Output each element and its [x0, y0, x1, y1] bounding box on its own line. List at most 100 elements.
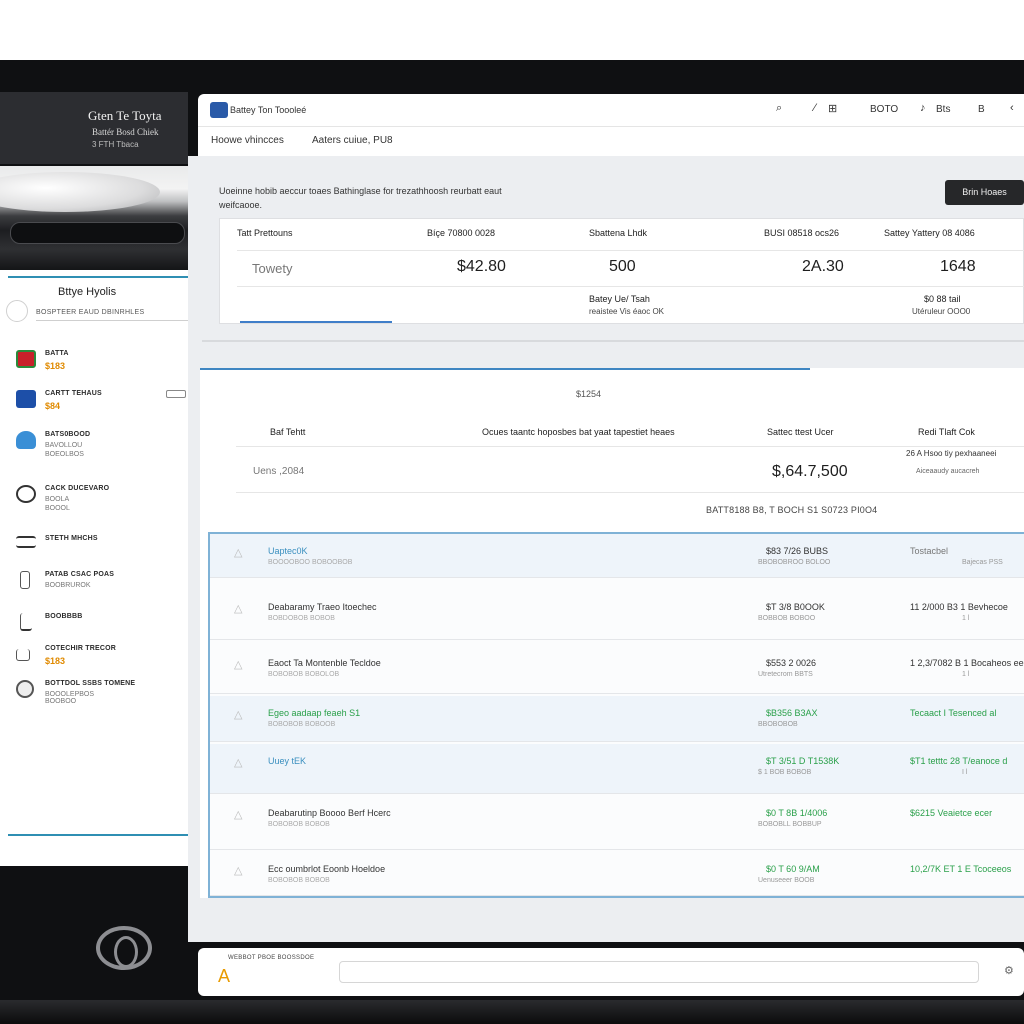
collapse-icon[interactable]	[166, 390, 186, 398]
list-item-title: Uaptec0K	[268, 546, 308, 556]
bell-icon: △	[234, 603, 243, 615]
sidebar-subheading: BOSPTEER EAUD DBINRHLES	[36, 309, 145, 316]
battery-pack-icon	[16, 390, 36, 408]
sidebar-item-bottdol[interactable]: BOTTDOL SSBS TOMENE BOOOLEPBOS BOOBOO	[16, 678, 188, 712]
results-header: Ocues taantc hoposbes bat yaat tapestiet…	[482, 427, 675, 437]
bell-icon: △	[234, 809, 243, 821]
list-item[interactable]: △ Deabarutinp Boooo Berf Hcerc BOBOBOB BOB…	[210, 796, 1024, 850]
list-item-subtitle: BOOOOBOO BOBOOBOB	[268, 559, 353, 566]
message-input[interactable]	[339, 961, 979, 983]
list-item-title: Egeo aadaap feaeh S1	[268, 708, 361, 718]
summary-value: 500	[609, 258, 636, 275]
list-item-price-note: $ 1 BOB BOBOB	[758, 769, 812, 776]
summary-value: 1648	[940, 258, 976, 275]
list-item[interactable]: △ Ecc oumbrlot Eoonb Hoeldoe BOBOBOB BOBOB…	[210, 852, 1024, 896]
sidebar-item-value: $183	[45, 361, 66, 371]
sidebar-item-cart[interactable]: CARTT TEHAUS $84	[16, 388, 188, 422]
sidebar-item-batsbood[interactable]: BATS0BOOD BAVOLLOU BOEOLBOS	[16, 429, 188, 463]
list-item[interactable]: △ Uaptec0K BOOOOBOO BOBOOBOB $83 7/26 BUBS B…	[210, 534, 1024, 578]
grid-icon[interactable]: ⊞	[828, 102, 837, 115]
list-item-status: $T1 tetttc 28 T/eanoce d	[910, 756, 1008, 766]
list-item-status-note: 1 l	[962, 671, 970, 678]
list-item-divider	[210, 849, 1024, 850]
list-item-subtitle: BOBOBOB BOBOB	[268, 821, 330, 828]
results-header: Baf Tehtt	[270, 427, 306, 437]
list-item-status-note: I l	[962, 769, 968, 776]
list-item-price: $T 3/51 D T1538K	[766, 756, 840, 766]
chart-icon	[20, 613, 32, 631]
list-item-divider	[210, 895, 1024, 896]
list-item-price: $0 T 60 9/AM	[766, 864, 820, 874]
back-icon[interactable]: ‹	[1010, 102, 1014, 114]
page-description: Uoeinne hobib aeccur toaes Bathinglase f…	[219, 186, 502, 210]
topbar-item[interactable]: B	[978, 104, 985, 115]
bell-icon: △	[234, 865, 243, 877]
nav-item-aaters[interactable]: Aaters cuiue, PU8	[312, 135, 393, 146]
sidebar-heading: Bttye Hyolis	[58, 286, 117, 298]
sidebar-item-stetch[interactable]: STETH MHCHS	[16, 532, 188, 566]
list-item-title: Ecc oumbrlot Eoonb Hoeldoe	[268, 864, 386, 874]
sidebar-item-value: BOOBOO	[45, 698, 77, 705]
sidebar-item-label: BATTA	[45, 350, 69, 357]
list-item-price: $B356 B3AX	[766, 708, 818, 718]
sidebar-item-label: CACK DUCEVARO	[45, 485, 110, 492]
results-divider	[236, 492, 1024, 493]
brand-logo-icon: A	[218, 966, 231, 986]
topbar-item[interactable]: Bts	[936, 104, 950, 115]
bell-icon: △	[234, 757, 243, 769]
edit-icon[interactable]: ⁄	[814, 102, 816, 114]
sidebar-item-label: BATS0BOOD	[45, 431, 91, 438]
list-item-status-note: 1 l	[962, 615, 970, 622]
list-item-status: 10,2/7K ET 1 E Tcoceeos	[910, 864, 1012, 874]
summary-header: Bíçe 70800 0028	[427, 228, 496, 238]
settings-icon[interactable]: ⚙	[1004, 964, 1014, 977]
sidebar-item-boob[interactable]: BOOBBBB	[16, 611, 188, 645]
results-row-label: Uens ,2084	[253, 466, 305, 477]
sidebar-item-battery[interactable]: BATTA $183	[16, 348, 188, 382]
list-item-status: 11 2/000 B3 1 Bevhecoe	[910, 602, 1008, 612]
list-item-price-note: Utretecrom BBTS	[758, 671, 813, 678]
list-item-price: $T 3/8 B0OOK	[766, 602, 825, 612]
droplet-icon	[16, 431, 36, 449]
topbar-item[interactable]: BOTO	[870, 104, 898, 115]
sidebar-item-label: COTECHIR TRECOR	[45, 645, 117, 652]
sidebar-item-value: BOOLA	[45, 496, 70, 503]
sidebar-item-label: BOTTDOL SSBS TOMENE	[45, 680, 136, 687]
gauge-icon	[16, 485, 36, 503]
nav-item-vehicles[interactable]: Hoowe vhincces	[211, 135, 284, 146]
list-item-status: $6215 Veaietce ecer	[910, 808, 993, 818]
results-count: $1254	[576, 389, 602, 399]
sidebar-item-value: BOEOLBOS	[45, 451, 84, 458]
results-note: 26 A Hsoo tiy pexhaaneei	[906, 449, 997, 458]
results-divider	[236, 446, 1024, 447]
list-item-price-note: BBOBOBOB	[758, 721, 798, 728]
list-item[interactable]: △ Egeo aadaap feaeh S1 BOBOBOB BOBOOB $B356…	[210, 696, 1024, 742]
list-item[interactable]: △ Eaoct Ta Montenble Tecldoe BOBOBOB BOBOL…	[210, 646, 1024, 694]
list-item-price-note: BOBBOB BOBOO	[758, 615, 816, 622]
list-item[interactable]: △ Deabaramy Traeo Itoechec BOBDOBOB BOBOB $…	[210, 590, 1024, 640]
search-icon[interactable]: ⌕	[776, 102, 782, 115]
bell-icon[interactable]: ♪	[920, 102, 926, 114]
brand-subtitle: Battér Bosd Chiek	[92, 127, 159, 137]
sidebar-item-patab[interactable]: PATAB CSAC POAS BOOBRUROK	[16, 569, 188, 603]
summary-footnote: Utéruleur OOO0	[912, 307, 971, 316]
list-item[interactable]: △ Uuey tEK $T 3/51 D T1538K $ 1 BOB BOBOB $T…	[210, 744, 1024, 794]
sidebar-item-cotechir[interactable]: COTECHIR TRECOR $183	[16, 643, 188, 677]
list-item-price: $0 T 8B 1/4006	[766, 808, 828, 818]
sidebar-item-check[interactable]: CACK DUCEVARO BOOLA BOOOL	[16, 483, 188, 517]
page-top-margin	[0, 0, 1024, 60]
monitor-stand	[0, 1000, 1024, 1024]
sidebar-item-label: CARTT TEHAUS	[45, 390, 102, 397]
header-action-button[interactable]: Brin Hoaes	[945, 180, 1024, 205]
list-item-title: Deabaramy Traeo Itoechec	[268, 602, 377, 612]
list-item-status: Tostacbel	[910, 546, 949, 556]
list-item-subtitle: BOBDOBOB BOBOB	[268, 615, 335, 622]
sidebar-item-value: BOOOLEPBOS	[45, 691, 95, 698]
summary-divider	[237, 286, 1024, 287]
list-icon	[16, 536, 36, 548]
list-item-subtitle: BOBOBOB BOBOOB	[268, 721, 336, 728]
sidebar-divider	[36, 320, 188, 321]
bell-icon: △	[234, 547, 243, 559]
summary-value: $42.80	[457, 258, 506, 275]
app-icon	[210, 102, 228, 118]
